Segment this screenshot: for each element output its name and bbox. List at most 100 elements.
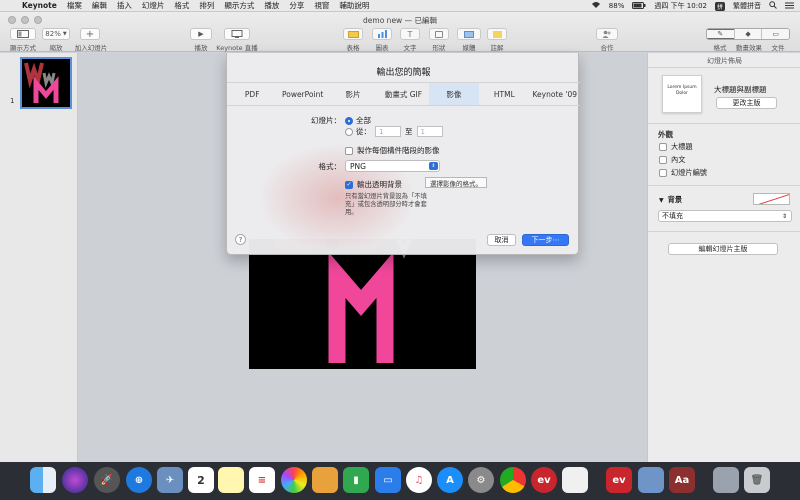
battery-percent[interactable]: 88% [609, 2, 625, 10]
menu-window[interactable]: 視窗 [314, 0, 329, 11]
tab-images[interactable]: 影像 [428, 83, 480, 105]
menu-edit[interactable]: 編輯 [92, 0, 107, 11]
table-label: 表格 [346, 44, 360, 52]
wifi-icon[interactable] [591, 1, 601, 11]
menu-share[interactable]: 分享 [289, 0, 304, 11]
document-tab[interactable]: ▭ [762, 29, 789, 39]
background-color-well[interactable] [753, 193, 790, 205]
dialog-title: 輸出您的簡報 [376, 68, 431, 78]
search-icon[interactable] [769, 1, 777, 11]
slides-all-option[interactable]: 全部 [345, 115, 371, 126]
collaborate-button[interactable] [596, 28, 618, 40]
tab-pdf[interactable]: PDF [227, 83, 277, 105]
format-label: 格式： [318, 162, 342, 171]
view-button[interactable] [10, 28, 36, 40]
calendar-icon[interactable]: 2 [188, 467, 214, 493]
layout-preview[interactable]: Lorem Ipsum Dolor [662, 75, 702, 113]
build-stages-option[interactable]: 製作每個構件階段的影像 [345, 145, 440, 156]
menu-view[interactable]: 顯示方式 [224, 0, 254, 11]
add-slide-button[interactable]: + [80, 28, 100, 40]
reminders-icon[interactable]: ≡ [249, 467, 275, 493]
preview-icon[interactable] [638, 467, 664, 493]
from-label: 從： [356, 127, 371, 136]
menu-format[interactable]: 格式 [174, 0, 189, 11]
expressvpn-icon[interactable]: ev [531, 467, 557, 493]
numbers-icon[interactable]: ▮ [343, 467, 369, 493]
format-tab[interactable]: ✎ [707, 29, 735, 39]
document-preview-icon[interactable] [562, 467, 588, 493]
slide-number-checkbox[interactable] [659, 169, 667, 177]
menu-app-name[interactable]: Keynote [22, 1, 57, 10]
paintbrush-icon: ✎ [707, 30, 734, 38]
range-radio[interactable] [345, 127, 353, 136]
to-field[interactable]: 1 [416, 126, 443, 137]
export-format-tabs: PDF PowerPoint 影片 動畫式 GIF 影像 HTML Keynot… [227, 82, 580, 106]
finder-icon[interactable] [30, 467, 56, 493]
title-checkbox[interactable] [659, 143, 667, 151]
expressvpn-window-icon[interactable]: ev [606, 467, 632, 493]
app-store-icon[interactable]: A [437, 467, 463, 493]
chart-icon [377, 30, 387, 38]
menu-file[interactable]: 檔案 [67, 0, 82, 11]
slide-number-option[interactable]: 幻燈片編號 [659, 168, 707, 178]
tab-html[interactable]: HTML [479, 83, 529, 105]
transparent-background-checkbox[interactable]: ✓ [345, 180, 353, 189]
chrome-icon[interactable] [500, 467, 526, 493]
fill-type-select[interactable]: 不填充 ⇕ [658, 210, 792, 222]
input-method-icon[interactable]: 拼 [714, 1, 725, 11]
zoom-select[interactable]: 82% ▼ [42, 28, 70, 40]
trash-icon[interactable]: 🗑 [744, 467, 770, 493]
chart-button[interactable] [372, 28, 392, 40]
slide-thumbnail[interactable] [20, 57, 72, 109]
mail-icon[interactable]: ✈ [157, 467, 183, 493]
current-slide[interactable] [249, 239, 476, 369]
menu-list-icon[interactable] [785, 2, 794, 11]
transparent-background-option[interactable]: ✓ 輸出透明背景 [345, 179, 402, 190]
screen-thumbnail-icon[interactable] [713, 467, 739, 493]
next-button[interactable]: 下一步⋯ [522, 234, 569, 246]
tab-keynote-09[interactable]: Keynote '09 [530, 83, 580, 105]
launchpad-icon[interactable]: 🚀 [94, 467, 120, 493]
edit-master-button[interactable]: 編輯幻燈片主版 [668, 243, 778, 255]
dictionary-icon[interactable]: Aa [669, 467, 695, 493]
background-toggle[interactable]: ▼ 背景 [659, 195, 682, 205]
tab-animated-gif[interactable]: 動畫式 GIF [378, 83, 428, 105]
body-option[interactable]: 內文 [659, 155, 685, 165]
comment-button[interactable] [487, 28, 507, 40]
body-checkbox[interactable] [659, 156, 667, 164]
safari-icon[interactable]: ⊕ [126, 467, 152, 493]
siri-icon[interactable] [62, 467, 88, 493]
notes-icon[interactable] [218, 467, 244, 493]
shape-button[interactable] [429, 28, 449, 40]
change-master-button[interactable]: 更改主版 [716, 97, 777, 109]
input-method-label[interactable]: 繁體拼音 [733, 1, 761, 11]
keynote-dock-icon[interactable]: ▭ [375, 467, 401, 493]
from-field[interactable]: 1 [375, 126, 401, 137]
help-button[interactable]: ? [235, 234, 246, 245]
cancel-button[interactable]: 取消 [487, 234, 516, 246]
text-button[interactable]: T [400, 28, 420, 40]
system-preferences-icon[interactable]: ⚙ [468, 467, 494, 493]
contacts-icon[interactable] [312, 467, 338, 493]
menu-clock[interactable]: 週四 下午 10:02 [654, 1, 707, 11]
slides-range-option[interactable]: 從： 1 至 1 [345, 126, 443, 137]
menu-play[interactable]: 播放 [264, 0, 279, 11]
media-button[interactable] [457, 28, 481, 40]
photos-icon[interactable] [281, 467, 307, 493]
tab-movie[interactable]: 影片 [328, 83, 378, 105]
menu-arrange[interactable]: 排列 [199, 0, 214, 11]
battery-icon[interactable] [632, 1, 646, 11]
image-format-select[interactable]: PNG ⇕ [345, 160, 440, 172]
keynote-live-button[interactable] [224, 28, 250, 40]
build-stages-checkbox[interactable] [345, 146, 353, 155]
tab-powerpoint[interactable]: PowerPoint [277, 83, 327, 105]
menu-insert[interactable]: 插入 [117, 0, 132, 11]
all-radio[interactable] [345, 116, 353, 125]
menu-help[interactable]: 輔助說明 [339, 0, 369, 11]
table-button[interactable] [343, 28, 363, 40]
title-option[interactable]: 大標題 [659, 142, 693, 152]
animate-tab[interactable]: ◆ [734, 29, 763, 39]
music-icon[interactable]: ♫ [406, 467, 432, 493]
play-button[interactable]: ▶ [190, 28, 212, 40]
menu-slide[interactable]: 幻燈片 [142, 0, 165, 11]
